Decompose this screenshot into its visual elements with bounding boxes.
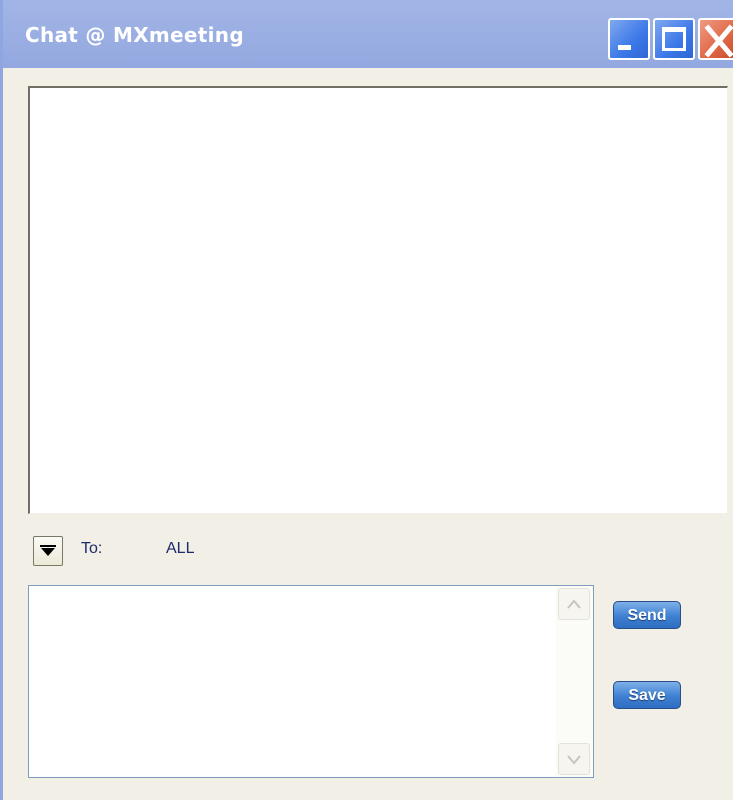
chat-history-area[interactable]: [28, 86, 728, 514]
message-input[interactable]: [29, 586, 556, 777]
window-title: Chat @ MXmeeting: [25, 23, 244, 47]
chevron-up-icon: [567, 599, 581, 609]
scroll-up-button[interactable]: [558, 588, 590, 620]
title-bar[interactable]: Chat @ MXmeeting: [3, 0, 733, 68]
maximize-icon: [662, 27, 686, 51]
close-icon: [704, 24, 733, 58]
chevron-down-icon: [567, 755, 581, 765]
chat-window: Chat @ MXmeeting To: ALL Send Save: [0, 0, 733, 800]
minimize-icon: [618, 45, 631, 50]
message-scrollbar[interactable]: [556, 586, 593, 777]
send-button[interactable]: Send: [613, 601, 681, 629]
minimize-button[interactable]: [608, 18, 650, 60]
save-button[interactable]: Save: [613, 681, 681, 709]
recipient-label: To:: [81, 540, 103, 557]
message-input-box: [28, 585, 594, 778]
triangle-down-icon: [40, 545, 56, 556]
close-button[interactable]: [698, 18, 733, 60]
scroll-down-button[interactable]: [558, 743, 590, 775]
recipient-dropdown-button[interactable]: [33, 536, 63, 566]
recipient-value: ALL: [166, 540, 195, 557]
maximize-button[interactable]: [653, 18, 695, 60]
